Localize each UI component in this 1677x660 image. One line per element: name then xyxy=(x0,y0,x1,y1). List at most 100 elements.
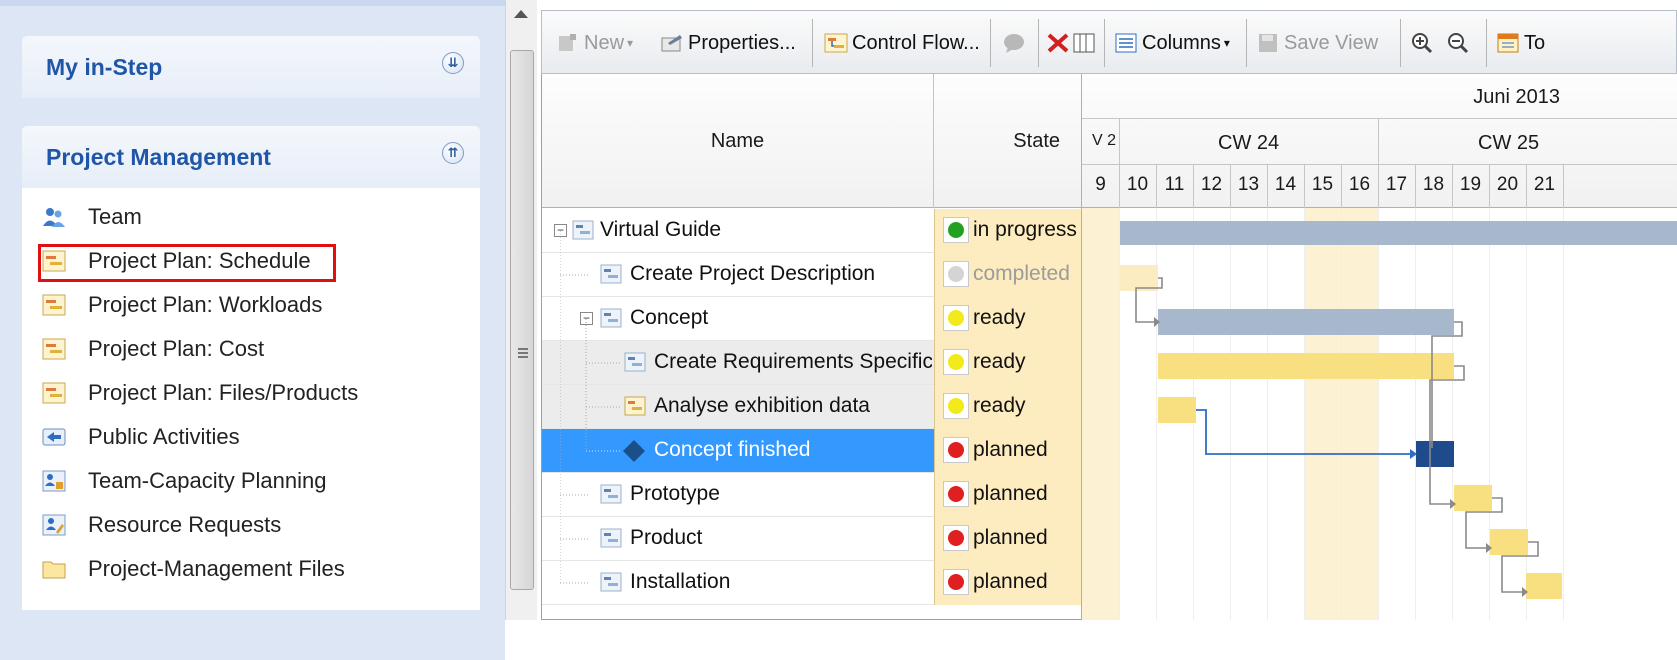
comment-button[interactable] xyxy=(1002,23,1030,63)
week-label-previous: V 2 xyxy=(1092,132,1117,149)
toolbar-separator xyxy=(1246,19,1247,67)
toolbar: New ▾ Properties... Control Flow... Colu… xyxy=(541,10,1677,74)
state-label: planned xyxy=(973,526,1048,549)
control-flow-icon xyxy=(824,32,848,54)
day-label: 21 xyxy=(1533,174,1556,195)
status-indicator xyxy=(943,569,969,595)
week-label: CW 24 xyxy=(1218,132,1280,154)
nav-item-resource-requests[interactable]: Resource Requests xyxy=(42,508,281,542)
state-cell: ready xyxy=(934,297,1082,341)
task-name: Installation xyxy=(630,570,731,593)
nav-section-project-management[interactable]: Project Management ⇈ xyxy=(22,126,480,188)
team-icon xyxy=(42,206,66,228)
properties-button[interactable]: Properties... xyxy=(660,23,796,63)
column-header-state[interactable]: State xyxy=(934,74,1082,208)
nav-item-project-plan-workloads[interactable]: Project Plan: Workloads xyxy=(42,288,322,322)
table-row[interactable]: Product planned xyxy=(542,517,1082,561)
day-divider xyxy=(1156,164,1157,208)
task-icon xyxy=(600,528,622,548)
gantt-chart[interactable]: Juni 2013 V 2 CW 24 CW 25 9 10 11 12 13 14 15 1… xyxy=(1081,74,1677,620)
calendar-icon xyxy=(1496,32,1520,54)
state-cell: planned xyxy=(934,517,1082,561)
task-name: Product xyxy=(630,526,703,549)
status-dot-icon xyxy=(948,530,964,546)
grid-icon xyxy=(1072,32,1096,54)
schedule-icon xyxy=(42,338,66,360)
status-dot-icon xyxy=(948,354,964,370)
day-divider xyxy=(1415,164,1416,208)
resource-requests-icon xyxy=(42,514,66,536)
status-indicator xyxy=(943,305,969,331)
nav-item-public-activities[interactable]: Public Activities xyxy=(42,420,240,454)
status-dot-icon xyxy=(948,574,964,590)
nav-item-team[interactable]: Team xyxy=(42,200,142,234)
zoom-out-icon xyxy=(1446,32,1470,54)
nav-item-label: Project Plan: Workloads xyxy=(88,292,323,317)
table-row[interactable]: Installation planned xyxy=(542,561,1082,605)
tree-line xyxy=(586,406,620,408)
nav-item-project-plan-cost[interactable]: Project Plan: Cost xyxy=(42,332,264,366)
dropdown-arrow-icon: ▾ xyxy=(627,36,634,50)
task-icon xyxy=(600,264,622,284)
task-name: Prototype xyxy=(630,482,720,505)
table-row[interactable]: Analyse exhibition data ready xyxy=(542,385,1082,429)
control-flow-button[interactable]: Control Flow... xyxy=(824,23,980,63)
nav-section-title: Project Management xyxy=(46,144,271,170)
task-name: Concept xyxy=(630,306,709,329)
grid-columns-button[interactable] xyxy=(1072,23,1100,63)
nav-item-project-plan-files-products[interactable]: Project Plan: Files/Products xyxy=(42,376,358,410)
scroll-up-icon[interactable] xyxy=(514,10,528,18)
new-button[interactable]: New ▾ xyxy=(556,23,633,63)
gantt-timescale-header: Juni 2013 V 2 CW 24 CW 25 9 10 11 12 13 14 15 1… xyxy=(1082,74,1677,208)
status-indicator xyxy=(943,261,969,287)
task-name: Create Requirements Specificat xyxy=(654,350,932,373)
day-divider xyxy=(1267,164,1268,208)
zoom-out-button[interactable] xyxy=(1446,23,1474,63)
expand-icon[interactable]: ⇊ xyxy=(442,52,464,74)
tree-guide-lines xyxy=(560,231,587,583)
nav-item-team-capacity-planning[interactable]: Team-Capacity Planning xyxy=(42,464,326,498)
scrollbar-thumb[interactable] xyxy=(510,50,534,590)
table-row[interactable]: Create Project Description completed xyxy=(542,253,1082,297)
day-label: 14 xyxy=(1274,174,1297,195)
nav-scrollbar[interactable] xyxy=(505,0,537,620)
table-row[interactable]: − Concept ready xyxy=(542,297,1082,341)
state-label: ready xyxy=(973,394,1026,417)
day-label: 11 xyxy=(1164,174,1185,195)
delete-button[interactable] xyxy=(1046,23,1074,63)
today-button[interactable]: To xyxy=(1496,23,1545,63)
table-row[interactable]: − Virtual Guide in progress xyxy=(542,209,1082,253)
folder-icon xyxy=(42,558,66,580)
nav-item-label: Project Plan: Files/Products xyxy=(88,380,359,405)
columns-button[interactable]: Columns ▾ xyxy=(1114,23,1230,63)
task-summary-icon xyxy=(600,308,622,328)
task-icon xyxy=(600,484,622,504)
state-label: planned xyxy=(973,570,1048,593)
table-row[interactable]: Create Requirements Specificat ready xyxy=(542,341,1082,385)
status-dot-icon xyxy=(948,486,964,502)
state-label: planned xyxy=(973,438,1048,461)
save-view-button[interactable]: Save View xyxy=(1256,23,1378,63)
column-header-name[interactable]: Name xyxy=(542,74,934,208)
collapse-icon[interactable]: ⇈ xyxy=(442,142,464,164)
day-label: 9 xyxy=(1095,174,1106,195)
save-icon xyxy=(1256,32,1280,54)
nav-section-my-in-step[interactable]: My in-Step ⇊ xyxy=(22,36,480,98)
toolbar-separator xyxy=(1038,19,1039,67)
day-label: 20 xyxy=(1496,174,1519,195)
zoom-in-button[interactable] xyxy=(1410,23,1438,63)
state-label: ready xyxy=(973,306,1026,329)
table-row-selected[interactable]: Concept finished planned xyxy=(542,429,1082,473)
day-divider xyxy=(1489,164,1490,208)
status-indicator xyxy=(943,525,969,551)
schedule-icon xyxy=(42,382,66,404)
day-divider xyxy=(1193,164,1194,208)
status-indicator xyxy=(943,481,969,507)
day-label: 13 xyxy=(1237,174,1260,195)
nav-item-project-management-files[interactable]: Project-Management Files xyxy=(42,552,345,586)
month-label: Juni 2013 xyxy=(1473,86,1560,108)
day-label: 16 xyxy=(1348,174,1371,195)
selection-highlight-box xyxy=(38,244,336,282)
table-row[interactable]: Prototype planned xyxy=(542,473,1082,517)
task-icon xyxy=(624,352,646,372)
